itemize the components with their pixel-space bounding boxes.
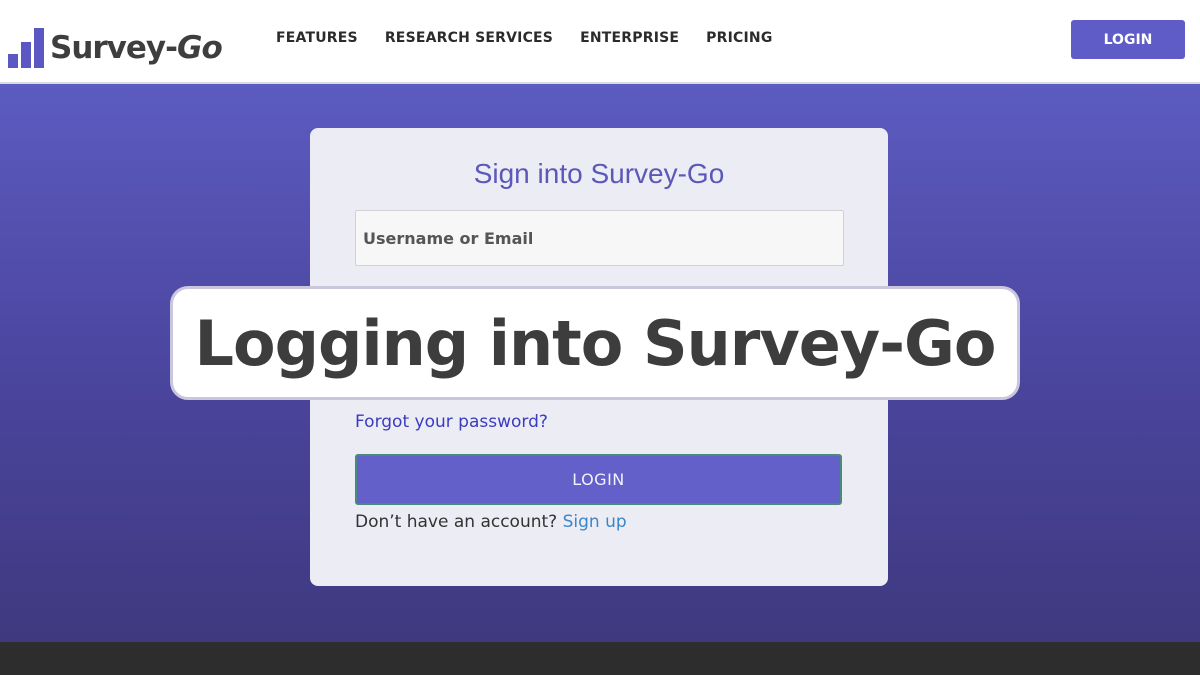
username-input[interactable]: Username or Email [355, 210, 844, 266]
logo-text-accent: Go [177, 30, 223, 66]
signup-row: Don’t have an account? Sign up [355, 512, 627, 532]
signup-link[interactable]: Sign up [563, 512, 627, 532]
login-button[interactable]: LOGIN [355, 454, 842, 505]
banner-title: Logging into Survey-Go [194, 306, 997, 380]
main-nav: FEATURES RESEARCH SERVICES ENTERPRISE PR… [276, 30, 800, 46]
logo[interactable]: Survey-Go [8, 22, 223, 68]
site-header: Survey-Go FEATURES RESEARCH SERVICES ENT… [0, 0, 1200, 84]
logo-text-main: Survey- [50, 30, 178, 66]
signup-prompt: Don’t have an account? [355, 512, 558, 532]
logo-text: Survey-Go [50, 28, 223, 68]
header-login-button[interactable]: LOGIN [1071, 20, 1185, 59]
forgot-password-link[interactable]: Forgot your password? [355, 412, 548, 432]
nav-features[interactable]: FEATURES [276, 30, 358, 46]
nav-enterprise[interactable]: ENTERPRISE [580, 30, 679, 46]
nav-pricing[interactable]: PRICING [706, 30, 772, 46]
nav-research-services[interactable]: RESEARCH SERVICES [385, 30, 553, 46]
page: Survey-Go FEATURES RESEARCH SERVICES ENT… [0, 0, 1200, 675]
sign-in-title: Sign into Survey-Go [473, 158, 725, 189]
footer-bar [0, 642, 1200, 675]
bar-chart-icon [8, 28, 44, 68]
title-banner: Logging into Survey-Go [170, 286, 1020, 400]
